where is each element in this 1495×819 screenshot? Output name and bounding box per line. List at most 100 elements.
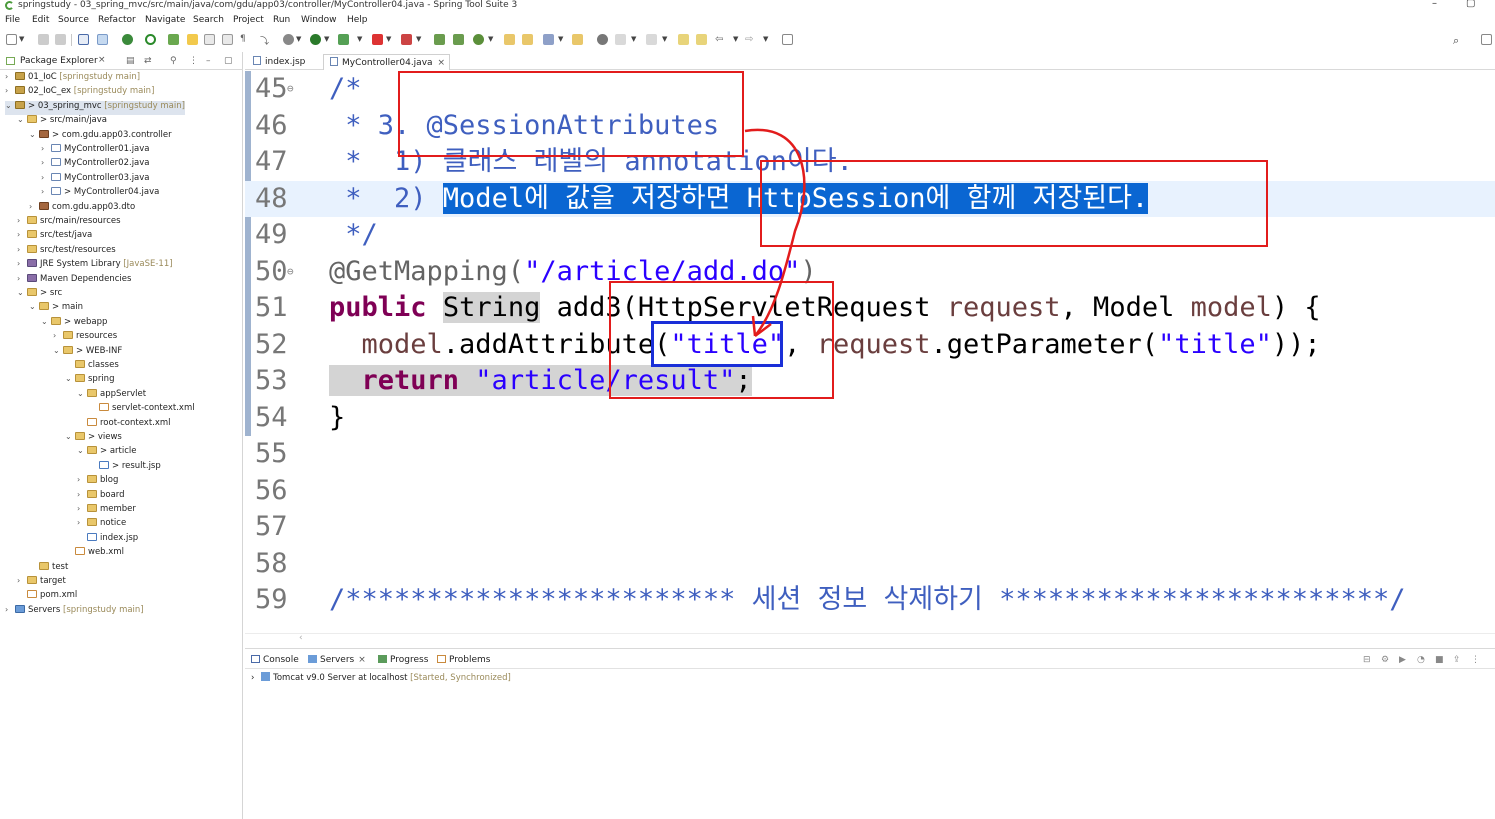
chevron-right-icon[interactable]: › [5, 72, 15, 81]
run-external-icon[interactable] [338, 34, 349, 45]
chevron-right-icon[interactable]: › [17, 216, 27, 225]
chevron-down-icon[interactable]: ▼ [296, 35, 301, 43]
mark-icon[interactable] [187, 34, 198, 45]
chevron-down-icon[interactable]: ⌄ [17, 288, 27, 297]
chevron-right-icon[interactable]: › [5, 605, 15, 614]
fold-icon[interactable]: ⊖ [287, 71, 294, 107]
next-edit-icon[interactable] [615, 34, 626, 45]
expand-icon[interactable]: › [251, 673, 254, 683]
menu-source[interactable]: Source [58, 15, 89, 25]
search-icon[interactable]: ⌕ [1453, 34, 1464, 47]
chevron-down-icon[interactable]: ▼ [763, 35, 768, 43]
refresh-icon[interactable] [145, 34, 156, 45]
save-all-icon[interactable] [55, 34, 66, 45]
run-icon[interactable] [310, 34, 321, 45]
tree-item[interactable]: ⌄ > src/main/java [17, 115, 107, 129]
minimize-icon[interactable]: – [206, 56, 211, 66]
tree-item[interactable]: › 01_IoC [springstudy main] [5, 72, 140, 86]
close-icon[interactable]: × [358, 655, 366, 665]
block-icon[interactable] [222, 34, 233, 45]
chevron-right-icon[interactable]: › [17, 274, 27, 283]
pen-icon[interactable] [543, 34, 554, 45]
collapse-icon[interactable]: ⊟ [1363, 655, 1371, 665]
view-menu-icon[interactable]: ⋮ [189, 56, 198, 66]
fold-icon[interactable]: ⊖ [287, 254, 294, 290]
debug-server-icon[interactable]: ⚙ [1381, 655, 1389, 665]
chevron-right-icon[interactable]: › [53, 331, 63, 340]
new-package-icon[interactable] [473, 34, 484, 45]
tree-item[interactable]: › JRE System Library [JavaSE-11] [17, 259, 173, 273]
tree-item[interactable]: › blog [77, 475, 118, 489]
last-edit-icon[interactable] [678, 34, 689, 45]
chevron-down-icon[interactable]: ⌄ [65, 374, 75, 383]
tree-item[interactable]: classes [65, 360, 119, 374]
maximize-icon[interactable]: ▢ [1466, 0, 1475, 9]
chevron-down-icon[interactable]: ⌄ [77, 446, 87, 455]
tree-item[interactable]: ⌄ > WEB-INF [53, 345, 122, 360]
chevron-down-icon[interactable]: ▼ [324, 35, 329, 43]
tree-item[interactable]: › member [77, 504, 136, 518]
publish-icon[interactable]: ⇪ [1453, 655, 1461, 665]
chevron-down-icon[interactable]: ⌄ [53, 346, 63, 355]
menu-navigate[interactable]: Navigate [145, 15, 185, 25]
close-icon[interactable]: × [438, 58, 446, 68]
maximize-icon[interactable]: ▢ [224, 56, 233, 66]
toggle-icon[interactable] [97, 34, 108, 45]
tree-item[interactable]: › > MyController04.java [41, 187, 159, 201]
tree-item[interactable]: ⌄ spring [65, 374, 114, 388]
tab-servers[interactable]: Servers × [308, 655, 366, 665]
stop-icon[interactable] [372, 34, 383, 45]
chevron-right-icon[interactable]: › [41, 173, 51, 182]
chevron-down-icon[interactable]: ⌄ [17, 115, 27, 124]
chevron-down-icon[interactable]: ⌄ [41, 317, 51, 326]
chevron-down-icon[interactable]: ⌄ [29, 130, 39, 139]
chevron-right-icon[interactable]: › [41, 187, 51, 196]
tree-item[interactable]: ⌄ > 03_spring_mvc [springstudy main] [5, 100, 185, 115]
chevron-down-icon[interactable]: ⌄ [65, 432, 75, 441]
tree-item[interactable]: › Servers [springstudy main] [5, 604, 144, 619]
tree-item[interactable]: › 02_IoC_ex [springstudy main] [5, 86, 154, 100]
menu-window[interactable]: Window [301, 15, 337, 25]
tree-item[interactable]: ⌄ > views [65, 432, 122, 446]
tree-item[interactable]: › Maven Dependencies [17, 273, 131, 288]
perspective-icon[interactable] [1481, 34, 1492, 45]
new-class-icon[interactable] [453, 34, 464, 45]
chevron-right-icon[interactable]: › [17, 259, 27, 268]
tree-item[interactable]: index.jsp [77, 532, 138, 547]
pilcrow-icon[interactable]: ¶ [240, 34, 251, 45]
tree-item[interactable]: ⌄ > main [29, 302, 83, 316]
menu-run[interactable]: Run [273, 15, 290, 25]
tree-item[interactable]: > result.jsp [89, 460, 161, 475]
tab-problems[interactable]: Problems [437, 655, 490, 665]
tab-progress[interactable]: Progress [378, 655, 428, 665]
menu-refactor[interactable]: Refactor [98, 15, 136, 25]
link-editor-icon[interactable]: ⇄ [144, 56, 152, 66]
package-explorer-tab[interactable]: Package Explorer × ▤ ⇄ ⚲ ⋮ – ▢ [0, 52, 243, 70]
chevron-right-icon[interactable]: › [77, 504, 87, 513]
forward-icon[interactable]: ⇨ [745, 34, 756, 45]
chevron-down-icon[interactable]: ⌄ [5, 101, 15, 110]
chevron-right-icon[interactable]: › [77, 490, 87, 499]
new-server-icon[interactable] [434, 34, 445, 45]
spring-icon[interactable] [168, 34, 179, 45]
tree-item[interactable]: › target [17, 576, 66, 590]
tree-item[interactable]: › resources [53, 331, 117, 345]
open-folder-icon[interactable] [572, 34, 583, 45]
collapse-all-icon[interactable]: ▤ [126, 56, 135, 66]
server-row-tomcat[interactable]: › Tomcat v9.0 Server at localhost [Start… [251, 672, 511, 683]
chevron-right-icon[interactable]: › [29, 202, 39, 211]
save-icon[interactable] [38, 34, 49, 45]
chevron-right-icon[interactable]: › [17, 245, 27, 254]
profile-server-icon[interactable]: ◔ [1417, 655, 1425, 665]
tree-item[interactable]: › board [77, 489, 125, 504]
tree-item[interactable]: ⌄ > article [77, 446, 137, 460]
back-icon[interactable]: ⇦ [715, 34, 726, 45]
tree-item[interactable]: › MyController03.java [41, 172, 150, 187]
close-icon[interactable]: × [98, 55, 106, 65]
chevron-right-icon[interactable]: › [77, 518, 87, 527]
chevron-right-icon[interactable]: › [41, 158, 51, 167]
pin-icon[interactable] [696, 34, 707, 45]
chevron-down-icon[interactable]: ▼ [631, 35, 636, 43]
tree-item[interactable]: web.xml [65, 547, 124, 561]
chevron-down-icon[interactable]: ⌄ [77, 389, 87, 398]
